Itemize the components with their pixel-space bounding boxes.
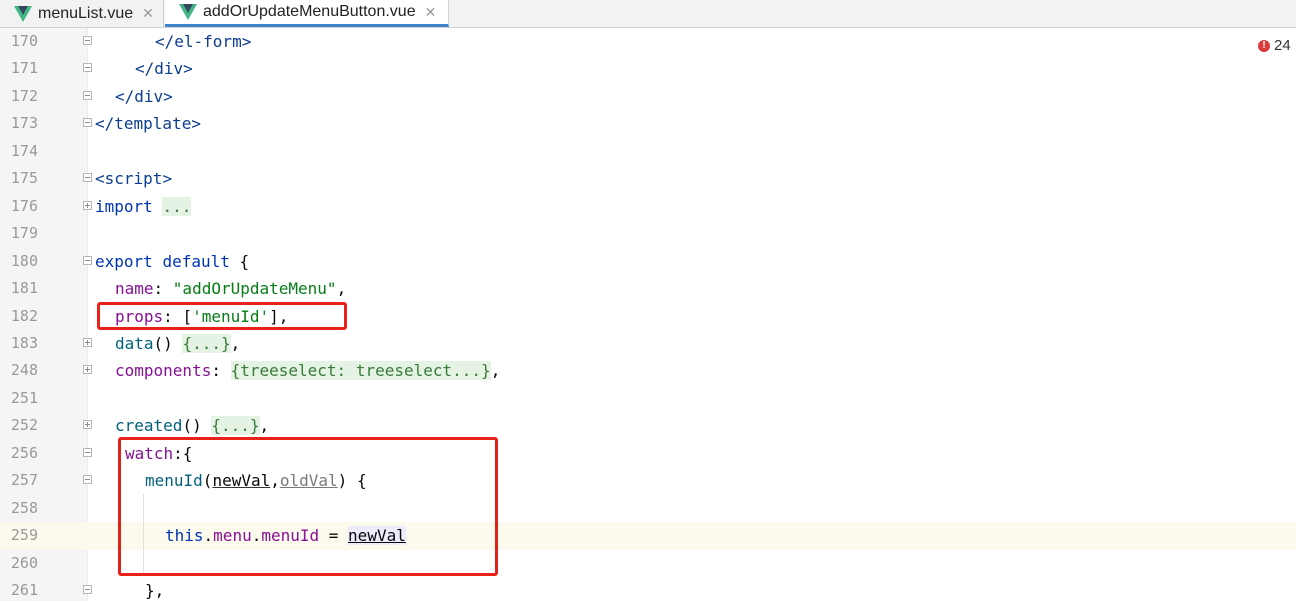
line-number: 174	[10, 141, 38, 160]
close-icon[interactable]: ✕	[142, 5, 154, 22]
line-number: 248	[10, 361, 38, 380]
annotation-box-props	[97, 302, 347, 330]
vue-file-icon	[179, 4, 197, 20]
folded-region: ...	[162, 196, 192, 216]
line-number: 180	[10, 251, 38, 270]
code-text: export default {	[95, 251, 250, 271]
code-line[interactable]: 179	[0, 220, 1296, 247]
vue-file-icon	[14, 5, 32, 22]
code-line[interactable]: 176 import ...	[0, 193, 1296, 220]
code-text: components: {treeselect: treeselect...},	[115, 361, 501, 381]
fold-icon[interactable]	[83, 255, 92, 265]
code-text: created() {...},	[115, 416, 270, 436]
fold-end-icon[interactable]	[83, 63, 92, 73]
code-text: </div>	[115, 86, 173, 106]
line-number: 179	[10, 224, 38, 243]
line-number: 260	[10, 553, 38, 572]
line-number: 172	[10, 86, 38, 105]
error-indicator[interactable]: ! 24	[1258, 37, 1291, 54]
tab-label: menuList.vue	[38, 4, 134, 22]
folded-region: {...}	[211, 416, 260, 436]
expand-fold-icon[interactable]	[83, 420, 92, 430]
code-text: name: "addOrUpdateMenu",	[115, 279, 347, 299]
code-line[interactable]: 175 <script>	[0, 165, 1296, 192]
fold-end-icon[interactable]	[83, 118, 92, 128]
code-line[interactable]: 171 </div>	[0, 55, 1296, 82]
line-number: 170	[10, 32, 38, 50]
line-number: 176	[10, 196, 38, 215]
fold-icon[interactable]	[83, 475, 92, 485]
tab-menulist-vue[interactable]: menuList.vue ✕	[0, 0, 164, 27]
code-line[interactable]: 252 created() {...},	[0, 412, 1296, 439]
fold-icon[interactable]	[83, 447, 92, 457]
code-line[interactable]: 261 },	[0, 577, 1296, 604]
code-line[interactable]: 248 components: {treeselect: treeselect.…	[0, 357, 1296, 384]
line-number: 182	[10, 306, 38, 325]
expand-fold-icon[interactable]	[83, 200, 92, 210]
line-number: 258	[10, 498, 38, 517]
code-text: import ...	[95, 196, 192, 216]
code-line[interactable]: 173 </template>	[0, 110, 1296, 137]
code-line[interactable]: 183 data() {...},	[0, 330, 1296, 357]
folded-region: {...}	[182, 333, 231, 353]
line-number: 261	[10, 581, 38, 599]
line-number: 175	[10, 169, 38, 188]
code-text: data() {...},	[115, 333, 241, 353]
line-number: 173	[10, 114, 38, 133]
code-line[interactable]: 181 name: "addOrUpdateMenu",	[0, 275, 1296, 302]
line-number: 171	[10, 59, 38, 78]
fold-icon[interactable]	[83, 173, 92, 183]
code-text: </div>	[135, 59, 193, 79]
error-count: 24	[1274, 37, 1291, 54]
code-text: },	[145, 581, 165, 600]
tab-label: addOrUpdateMenuButton.vue	[203, 3, 416, 20]
fold-end-icon[interactable]	[83, 36, 92, 45]
annotation-box-watch	[118, 437, 498, 576]
expand-fold-icon[interactable]	[83, 337, 92, 347]
line-number: 251	[10, 388, 38, 407]
error-icon: !	[1258, 39, 1270, 52]
folded-region: {treeselect: treeselect...}	[230, 361, 491, 381]
line-number: 256	[10, 443, 38, 462]
code-line[interactable]: 180 export default {	[0, 248, 1296, 275]
code-line[interactable]: 251	[0, 385, 1296, 412]
editor-tab-bar: menuList.vue ✕ addOrUpdateMenuButton.vue…	[0, 0, 1296, 28]
line-number: 257	[10, 471, 38, 490]
fold-end-icon[interactable]	[83, 585, 92, 594]
code-text: </template>	[95, 114, 201, 134]
close-icon[interactable]: ✕	[425, 4, 437, 21]
code-text: <script>	[95, 169, 173, 189]
code-line[interactable]: 170 </el-form>	[0, 28, 1296, 55]
line-number: 259	[10, 526, 38, 545]
line-number: 252	[10, 416, 38, 435]
line-number: 181	[10, 279, 38, 298]
line-number: 183	[10, 333, 38, 352]
code-line[interactable]: 174	[0, 138, 1296, 165]
tab-addorupdatemenubutton-vue[interactable]: addOrUpdateMenuButton.vue ✕	[165, 0, 449, 27]
code-text: </el-form>	[155, 32, 252, 51]
expand-fold-icon[interactable]	[83, 365, 92, 375]
code-line[interactable]: 172 </div>	[0, 83, 1296, 110]
fold-end-icon[interactable]	[83, 90, 92, 100]
